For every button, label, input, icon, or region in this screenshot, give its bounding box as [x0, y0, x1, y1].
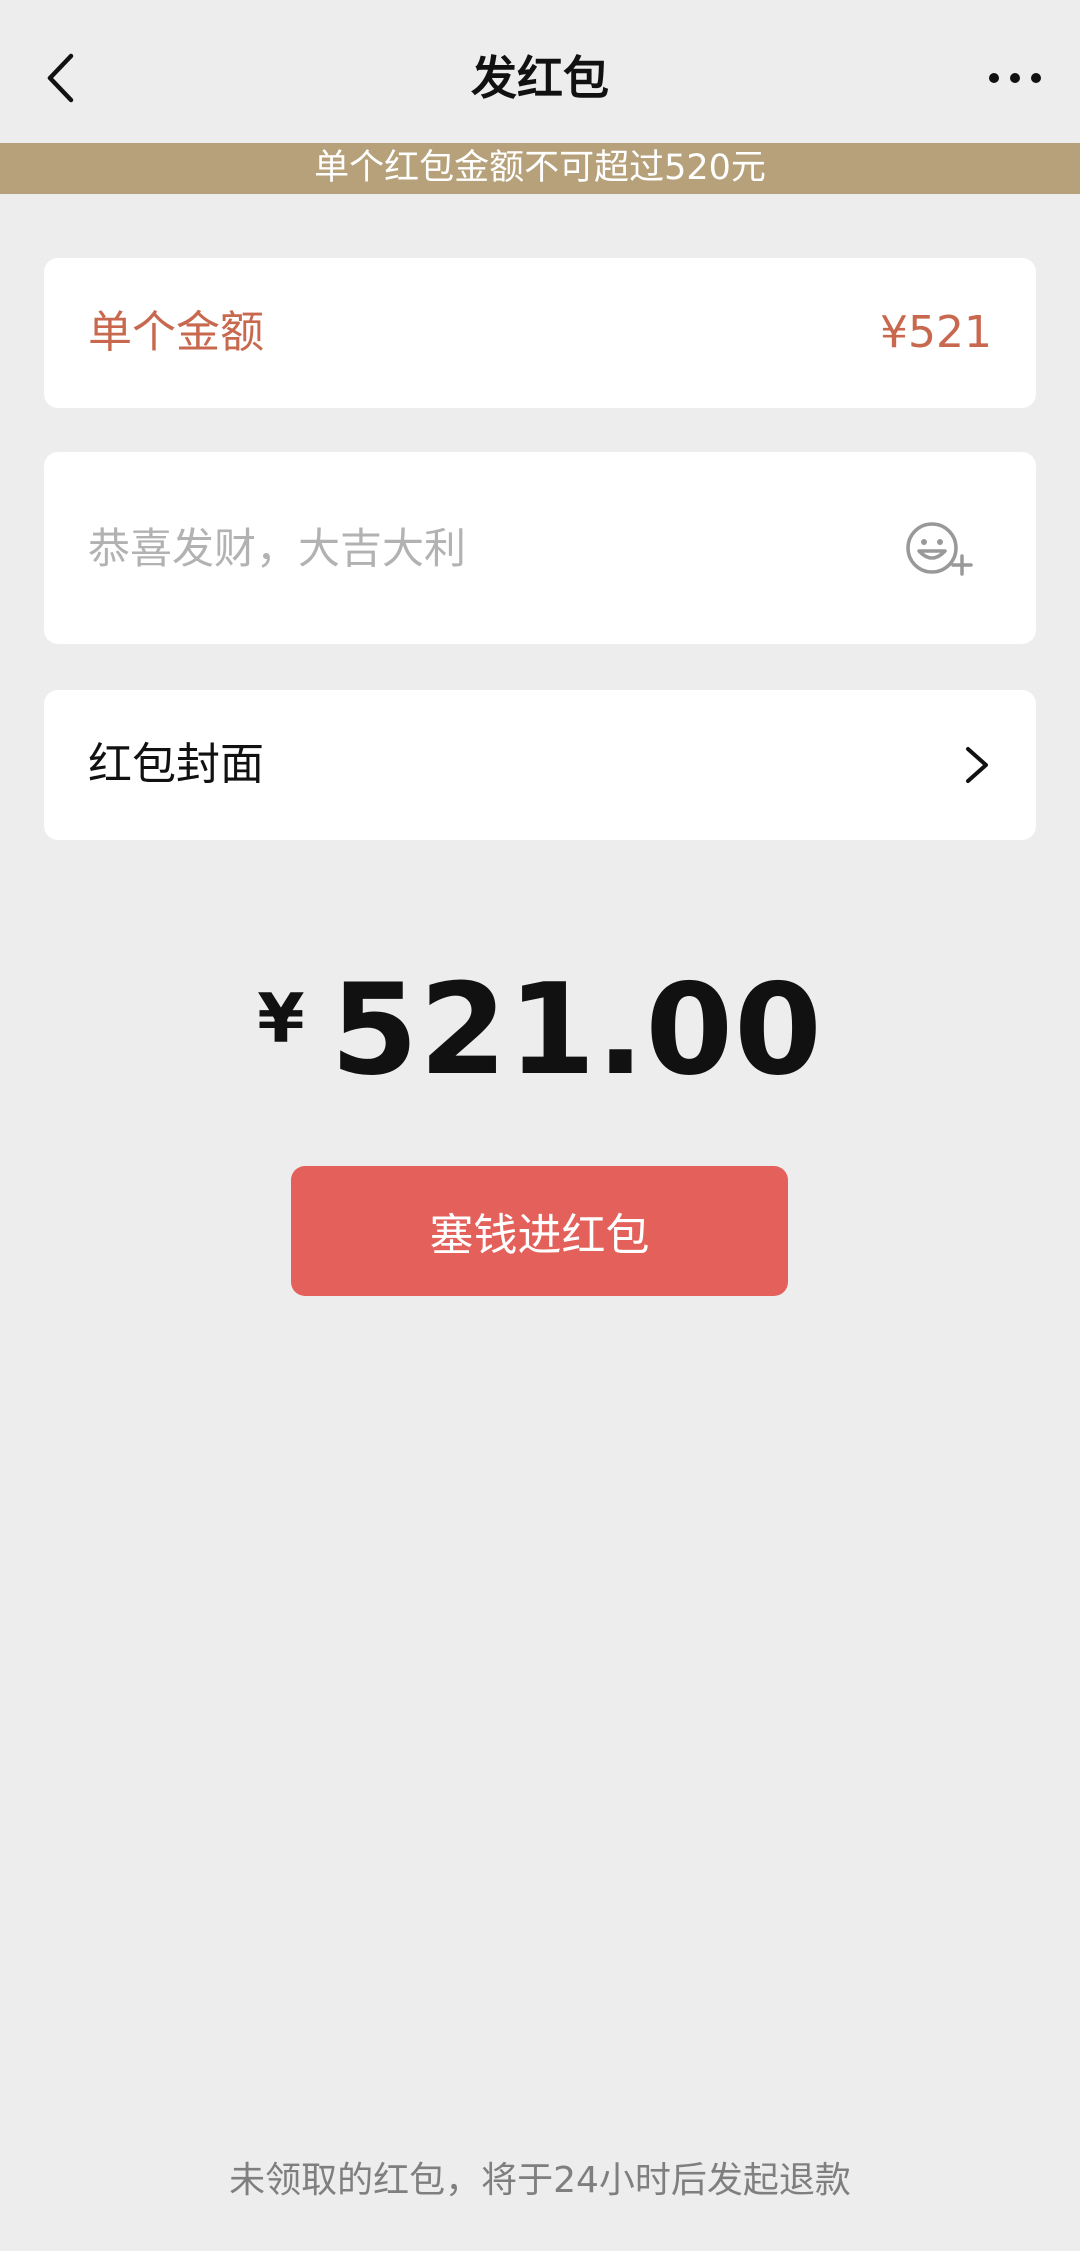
- total-value: 521.00: [330, 956, 823, 1103]
- cover-label: 红包封面: [88, 739, 264, 790]
- amount-label: 单个金额: [88, 307, 264, 358]
- amount-limit-banner: 单个红包金额不可超过520元: [0, 143, 1080, 194]
- more-button[interactable]: [980, 50, 1050, 106]
- more-dots-icon: [1010, 73, 1020, 83]
- put-money-button[interactable]: 塞钱进红包: [291, 1166, 788, 1296]
- cover-row[interactable]: 红包封面: [44, 690, 1036, 840]
- emoji-add-icon[interactable]: [906, 518, 976, 578]
- greeting-input[interactable]: [88, 452, 888, 644]
- amount-value: ¥521: [880, 307, 992, 358]
- more-dots-icon: [989, 73, 999, 83]
- amount-row[interactable]: 单个金额 ¥521: [44, 258, 1036, 408]
- refund-note: 未领取的红包，将于24小时后发起退款: [229, 2160, 851, 2201]
- navigation-bar: 发红包: [0, 0, 1080, 143]
- page-title: 发红包: [471, 51, 609, 105]
- chevron-right-icon: [966, 747, 988, 783]
- more-dots-icon: [1031, 73, 1041, 83]
- total-amount: ¥ 521.00: [0, 960, 1080, 1100]
- currency-symbol: ¥: [257, 980, 305, 1059]
- greeting-row: [44, 452, 1036, 644]
